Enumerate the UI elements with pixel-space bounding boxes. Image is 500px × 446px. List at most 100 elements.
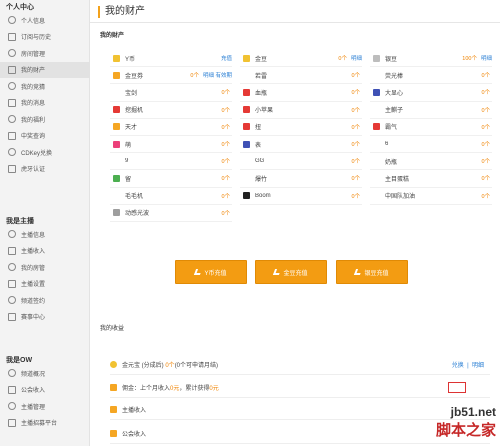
- sidebar-item-label: 我的财产: [21, 68, 46, 75]
- sidebar-item-label: 我的房管: [21, 265, 46, 272]
- gift-icon: [243, 192, 250, 200]
- menu-icon: [8, 98, 16, 107]
- detail-link[interactable]: 明细: [472, 363, 484, 369]
- gift-icon: [113, 174, 120, 182]
- menu-icon: [8, 296, 16, 305]
- title-divider: [90, 22, 500, 23]
- gift-icon: [243, 88, 250, 96]
- gift-icon: [243, 72, 250, 79]
- asset-link[interactable]: 明细 有效期: [203, 71, 232, 79]
- gift-icon: [373, 72, 380, 79]
- menu-icon: [8, 246, 16, 255]
- asset-link[interactable]: 充值: [221, 54, 232, 62]
- sidebar-item-label: 虎牙认证: [21, 167, 46, 174]
- gift-icon: [113, 192, 120, 199]
- asset-link[interactable]: 明细: [351, 54, 362, 62]
- sidebar-item[interactable]: 我的福利: [0, 111, 90, 128]
- asset-name: 奶瓶: [385, 159, 398, 166]
- asset-name: 爆竹: [255, 176, 268, 183]
- gift-icon: [113, 123, 120, 131]
- sidebar-item-label: 公会收入: [21, 388, 46, 395]
- sidebar-item[interactable]: 公会收入: [0, 382, 90, 399]
- sidebar-item-label: 赛事中心: [21, 315, 46, 322]
- income-links: 兑换 | 明细: [451, 363, 484, 369]
- sidebar-item[interactable]: CDKey兑换: [0, 144, 90, 161]
- gift-icon: [113, 106, 120, 114]
- menu-icon: [8, 312, 16, 321]
- sidebar-item[interactable]: 个人信息: [0, 12, 90, 29]
- silver-bean-recharge-button[interactable]: 银豆充值: [336, 260, 408, 284]
- exchange-link[interactable]: 兑换: [452, 363, 464, 369]
- gift-icon: [373, 123, 380, 131]
- sidebar-item-label: 主播收入: [21, 249, 46, 256]
- menu-icon: [8, 164, 16, 173]
- asset-row: 金豆券 0个 明细 有效期: [110, 67, 232, 85]
- asset-row: 表 0个: [240, 136, 362, 154]
- asset-column-1: Y币 充值 金豆券 0个 明细 有效期 宝剑 0个 挖掘机 0个 天才 0个萌 0个 9 0个留 0个 毛毛机…: [110, 50, 232, 222]
- sidebar-item[interactable]: 虎牙认证: [0, 161, 90, 178]
- sidebar-item[interactable]: 频道签约: [0, 292, 90, 309]
- asset-row: 中国队加油 0个: [370, 188, 492, 205]
- sidebar-item[interactable]: 中奖查询: [0, 128, 90, 145]
- asset-column-2: 金豆 0个 明细 若雷 0个 血瓶 0个 小苹果 0个扭 0个表 0个 GG 0个 爆竹 0个 Boom 0个: [240, 50, 362, 205]
- asset-name: 主麒子: [385, 108, 404, 115]
- sidebar-item[interactable]: 主播招募平台: [0, 415, 90, 432]
- page: 个人中心个人信息订阅与历史房间管理我的财产我的竞猜 我的消息 我的福利 中奖查询 CDK…: [0, 0, 500, 446]
- menu-icon: [8, 402, 16, 411]
- asset-name: Y币: [125, 56, 136, 63]
- asset-name: 银豆: [385, 56, 398, 63]
- asset-count: 0个: [351, 193, 360, 200]
- income-heading: 我的收益: [100, 326, 125, 332]
- gift-icon: [113, 140, 120, 148]
- sidebar-item[interactable]: 订阅与历史: [0, 29, 90, 46]
- asset-name: 若雷: [255, 73, 268, 80]
- gift-icon: [113, 158, 120, 165]
- asset-row: 毛毛机 0个: [110, 188, 232, 205]
- income-row-streamer: 主播收入: [110, 400, 490, 420]
- sidebar-item-label: 订阅与历史: [21, 35, 52, 42]
- sidebar-item[interactable]: 赛事中心: [0, 309, 90, 326]
- sidebar-item[interactable]: 主播信息: [0, 226, 90, 243]
- gift-icon: [243, 140, 250, 148]
- asset-link[interactable]: 明细: [481, 54, 492, 62]
- gift-icon: [113, 54, 120, 62]
- asset-name: 留: [125, 176, 132, 183]
- asset-row: GG 0个: [240, 153, 362, 171]
- asset-count: 0个: [338, 56, 347, 63]
- sidebar-item[interactable]: 房间管理: [0, 45, 90, 62]
- income-row-gold-ingot: 金元宝 (分成后) 0个 (0个可申请月结) 兑换 | 明细: [110, 355, 490, 375]
- sidebar-item-label: 个人信息: [21, 18, 46, 25]
- asset-count: 0个: [351, 176, 360, 183]
- sidebar-item[interactable]: 主播设置: [0, 276, 90, 293]
- gift-icon: [373, 158, 380, 165]
- asset-row: 扭 0个: [240, 119, 362, 136]
- asset-count: 0个: [481, 107, 490, 114]
- asset-name: 中国队加油: [385, 194, 416, 201]
- asset-row: 9 0个: [110, 153, 232, 171]
- sidebar-section-title: 个人中心: [6, 4, 34, 11]
- sidebar-item[interactable]: 我的消息: [0, 95, 90, 112]
- sidebar-item[interactable]: 频道概况: [0, 365, 90, 382]
- gold-bean-recharge-button[interactable]: 金豆充值: [255, 260, 327, 284]
- sidebar-item[interactable]: 主播收入: [0, 243, 90, 260]
- asset-name: 小苹果: [255, 108, 274, 115]
- sidebar-item-label: 频道概况: [21, 371, 46, 378]
- menu-icon: [8, 49, 16, 58]
- sidebar-item-label: CDKey兑换: [21, 150, 53, 157]
- income-row-guild: 公会收入: [110, 424, 490, 444]
- sidebar-item[interactable]: 我的房管: [0, 259, 90, 276]
- asset-row: Y币 充值: [110, 50, 232, 68]
- menu-icon: [8, 369, 16, 378]
- sidebar-item[interactable]: 主播管理: [0, 398, 90, 415]
- asset-row: 血瓶 0个: [240, 84, 362, 102]
- sidebar-item[interactable]: 我的财产: [0, 61, 90, 78]
- asset-name: 毛毛机: [125, 194, 144, 201]
- asset-count: 0个: [221, 176, 230, 183]
- withdraw-button[interactable]: [448, 382, 466, 393]
- sidebar-item[interactable]: 我的竞猜: [0, 78, 90, 95]
- gold-ingot-icon: [110, 361, 117, 368]
- asset-row: 挖掘机 0个: [110, 102, 232, 119]
- ycoin-recharge-button[interactable]: Y币充值: [175, 260, 247, 284]
- menu-icon: [8, 65, 16, 74]
- asset-name: 萌: [125, 142, 132, 149]
